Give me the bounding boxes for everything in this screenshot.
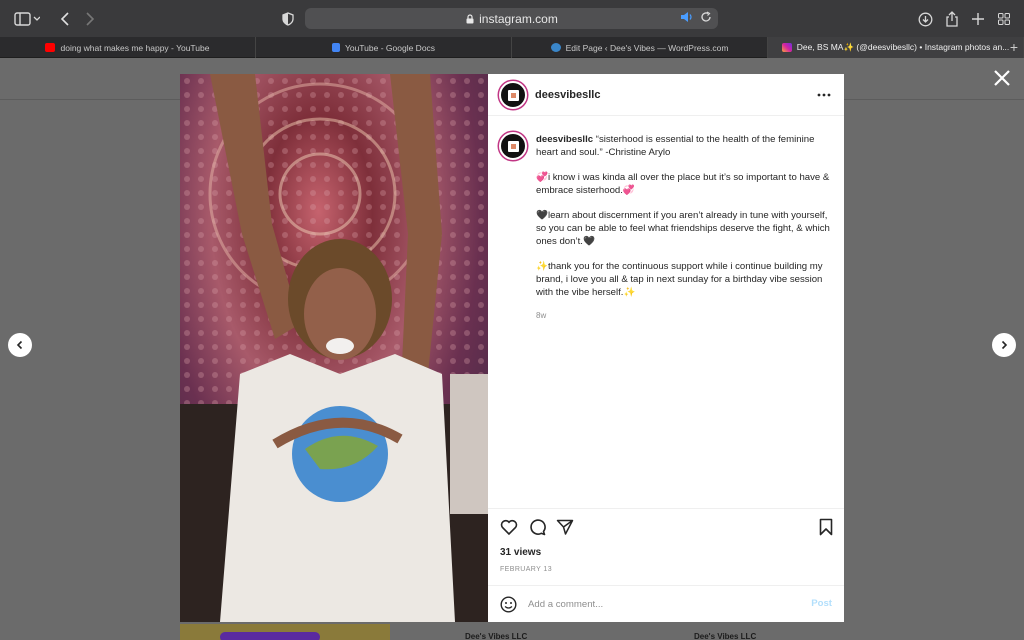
tab-label: Edit Page ‹ Dee's Vibes — WordPress.com <box>565 42 729 53</box>
prev-arrow-icon <box>16 340 23 350</box>
caption-line-2: 💞i know i was kinda all over the place b… <box>536 172 830 196</box>
post-header: deesvibesllc <box>488 74 844 116</box>
comment-icon[interactable] <box>528 518 546 536</box>
comment-bar: Post <box>488 585 844 622</box>
youtube-icon <box>45 43 56 52</box>
caption-line-3: 🖤learn about discernment if you aren’t a… <box>536 210 830 247</box>
suggested-account-1: Dee's Vibes LLC <box>465 632 528 640</box>
post-age[interactable]: 8w <box>536 310 836 323</box>
lock-icon <box>466 13 474 23</box>
close-icon <box>994 70 1010 86</box>
bookmark-icon[interactable] <box>817 518 835 536</box>
tab-strip: doing what makes me happy - YouTube YouT… <box>0 37 1024 58</box>
more-icon[interactable] <box>817 88 831 102</box>
close-button[interactable] <box>992 68 1012 88</box>
next-arrow-icon <box>1001 340 1008 350</box>
video-frame-image <box>180 74 488 622</box>
add-tab-icon[interactable]: + <box>1010 40 1018 54</box>
caption-avatar[interactable] <box>499 132 527 160</box>
google-docs-icon <box>331 43 340 52</box>
tab-label: YouTube - Google Docs <box>344 42 436 53</box>
browser-tab-instagram[interactable]: Dee, BS MA✨ (@deesvibesllc) • Instagram … <box>768 37 1024 58</box>
share-button[interactable] <box>944 9 960 29</box>
views-count[interactable]: 31 views <box>500 547 541 558</box>
tab-label: Dee, BS MA✨ (@deesvibesllc) • Instagram … <box>796 42 1010 52</box>
tab-label: doing what makes me happy - YouTube <box>60 42 210 53</box>
caption-username[interactable]: deesvibesllc <box>536 134 593 145</box>
post-username[interactable]: deesvibesllc <box>535 89 600 101</box>
post-caption: deesvibesllc “sisterhood is essential to… <box>536 134 836 323</box>
forward-button[interactable] <box>83 9 97 29</box>
share-icon <box>946 11 958 27</box>
forward-icon <box>86 12 95 26</box>
post-video[interactable] <box>180 74 488 622</box>
shield-icon <box>282 12 294 26</box>
new-tab-icon <box>972 13 984 25</box>
instagram-icon <box>781 43 792 52</box>
reload-icon[interactable] <box>700 11 712 23</box>
privacy-button[interactable] <box>281 9 295 29</box>
wordpress-icon <box>550 43 561 52</box>
url-text: instagram.com <box>479 11 558 26</box>
address-bar[interactable]: instagram.com <box>305 8 718 29</box>
browser-tab-youtube[interactable]: doing what makes me happy - YouTube <box>0 37 256 58</box>
post-comment-button[interactable]: Post <box>811 598 832 609</box>
share-send-icon[interactable] <box>556 518 574 536</box>
new-tab-button[interactable] <box>971 9 985 29</box>
back-button[interactable] <box>58 9 72 29</box>
tab-overview-button[interactable] <box>997 9 1011 29</box>
downloads-button[interactable] <box>917 9 933 29</box>
caption-line-4: ✨thank you for the continuous support wh… <box>536 261 823 298</box>
actions-divider <box>488 508 844 509</box>
avatar[interactable] <box>499 81 527 109</box>
browser-toolbar: instagram.com <box>0 0 1024 37</box>
back-icon <box>60 12 69 26</box>
tab-overview-icon <box>998 13 1010 25</box>
suggested-account-2: Dee's Vibes LLC <box>694 632 757 640</box>
sidebar-icon <box>14 12 40 26</box>
speaker-icon[interactable] <box>680 11 694 23</box>
post-date: FEBRUARY 13 <box>500 566 552 573</box>
post-details-panel: deesvibesllc deesvibesllc “sisterhood is… <box>488 74 844 622</box>
browser-tab-google-docs[interactable]: YouTube - Google Docs <box>256 37 512 58</box>
browser-tab-wordpress[interactable]: Edit Page ‹ Dee's Vibes — WordPress.com <box>512 37 768 58</box>
background-thumbnail <box>180 624 390 640</box>
download-icon <box>918 12 932 26</box>
sidebar-toggle-button[interactable] <box>12 9 42 29</box>
heart-icon[interactable] <box>500 518 518 536</box>
previous-post-button[interactable] <box>8 333 32 357</box>
emoji-icon[interactable] <box>500 596 517 613</box>
next-post-button[interactable] <box>992 333 1016 357</box>
comment-input[interactable] <box>528 595 788 613</box>
